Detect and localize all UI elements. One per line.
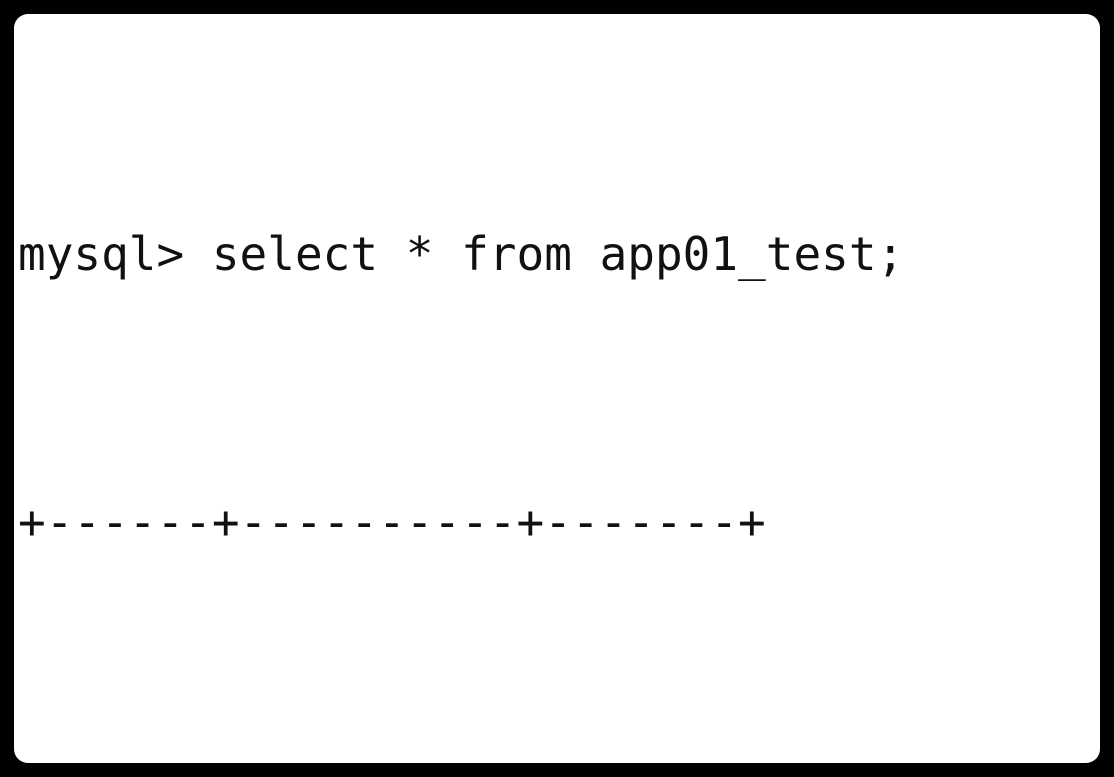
table-rule-top-text: +------+----------+-------+ <box>18 495 766 549</box>
terminal-screenshot: mysql> select * from app01_test; +------… <box>0 0 1114 777</box>
terminal-output[interactable]: mysql> select * from app01_test; +------… <box>18 20 1100 763</box>
table-rule-top: +------+----------+-------+ <box>18 489 1100 556</box>
table-header-row: | id | name | money | <box>18 757 1100 763</box>
prompt-line: mysql> select * from app01_test; <box>18 221 1100 288</box>
terminal-panel: mysql> select * from app01_test; +------… <box>14 14 1100 763</box>
prompt-line-text: mysql> select * from app01_test; <box>18 227 905 281</box>
